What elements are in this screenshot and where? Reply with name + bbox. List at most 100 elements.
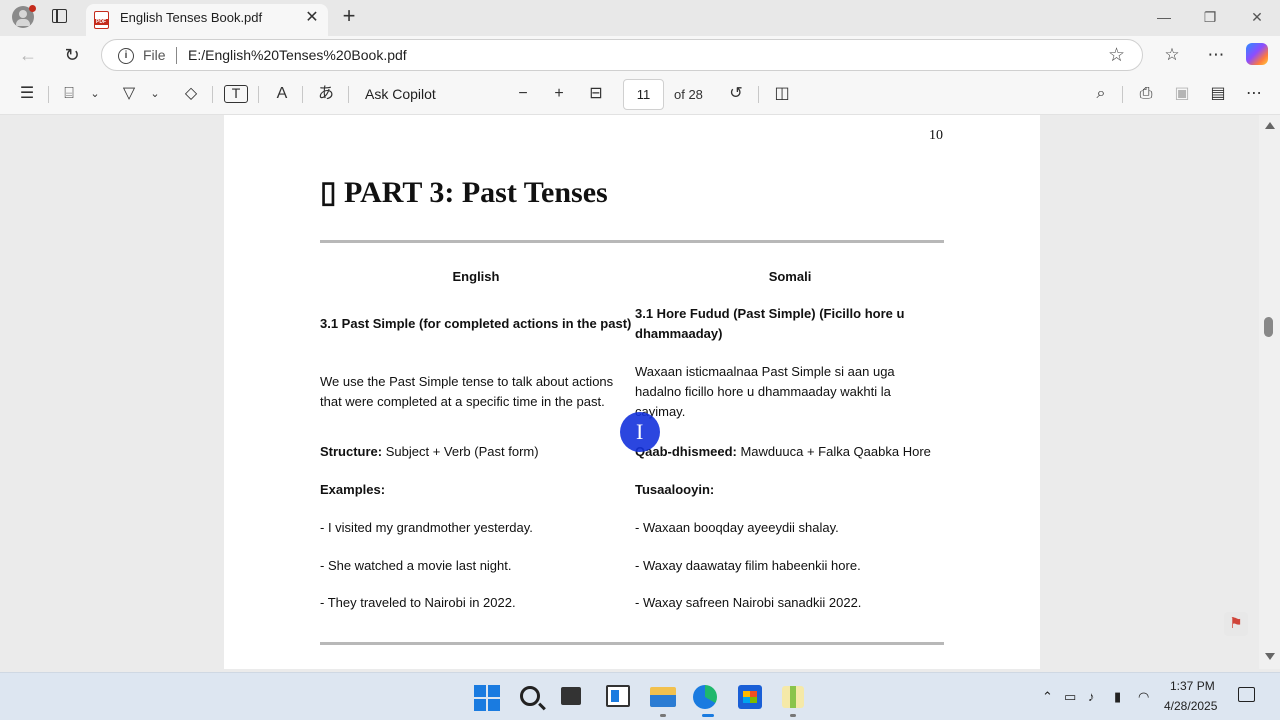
taskbar-search-icon[interactable] <box>520 686 540 706</box>
toolbar-divider <box>48 86 49 103</box>
edge-browser-icon[interactable] <box>693 685 717 709</box>
refresh-icon[interactable]: ↻ <box>60 44 84 66</box>
fit-width-icon[interactable]: ⊟ <box>584 83 608 105</box>
page-heading: ▯ PART 3: Past Tenses <box>320 175 608 210</box>
table-cell-english: Structure: Subject + Verb (Past form) <box>320 442 630 462</box>
store-icon[interactable] <box>738 685 762 709</box>
structure-label: Structure: <box>320 444 383 459</box>
vertical-scrollbar[interactable] <box>1259 115 1280 669</box>
table-cell-english: - I visited my grandmother yesterday. <box>320 520 533 535</box>
copilot-icon[interactable] <box>1246 43 1268 65</box>
task-view-icon[interactable] <box>561 687 581 705</box>
restore-button[interactable]: ❐ <box>1195 6 1225 28</box>
clock-date[interactable]: 4/28/2025 <box>1164 699 1217 713</box>
pdf-file-icon: PDF <box>94 11 109 29</box>
table-cell-somali: 3.1 Hore Fudud (Past Simple) (Ficillo ho… <box>635 306 905 341</box>
profile-avatar-icon[interactable] <box>12 5 36 28</box>
missing-glyph-icon: ▯ <box>320 176 337 209</box>
table-cell-english: We use the Past Simple tense to talk abo… <box>320 374 614 409</box>
info-icon[interactable]: i <box>118 48 134 64</box>
title-bar: PDF English Tenses Book.pdf ✕ + — ❐ ✕ <box>0 0 1280 36</box>
eraser-icon[interactable]: ◇ <box>180 83 202 105</box>
widgets-icon[interactable] <box>606 685 630 707</box>
horizontal-rule <box>320 642 944 645</box>
page-number: 10 <box>929 128 943 143</box>
qaab-text: Mawduuca + Falka Qaabka Hore <box>736 444 931 459</box>
highlight-icon[interactable]: ⌸ <box>58 83 80 105</box>
more-options-icon[interactable]: ⋯ <box>1204 44 1228 66</box>
microphone-icon[interactable]: ▮ <box>1114 689 1121 705</box>
new-tab-icon[interactable]: + <box>338 5 360 28</box>
favorite-star-icon[interactable]: ☆ <box>1108 44 1125 67</box>
wifi-icon[interactable]: ◠ <box>1138 689 1149 705</box>
running-indicator <box>660 714 666 717</box>
table-cell-english: 3.1 Past Simple (for completed actions i… <box>320 316 632 331</box>
toolbar-divider <box>758 86 759 103</box>
horizontal-rule <box>320 240 944 243</box>
acrobat-icon[interactable]: ⚑ <box>1224 612 1248 636</box>
save-as-icon[interactable]: ▤ <box>1206 83 1230 105</box>
page-number-input[interactable]: 11 <box>623 79 664 110</box>
toolbar-divider <box>348 86 349 103</box>
tray-chevron-up-icon[interactable]: ⌃ <box>1042 689 1053 705</box>
table-cell-somali: Waxaan isticmaalnaa Past Simple si aan u… <box>635 364 895 419</box>
tab-english-tenses-book[interactable]: PDF English Tenses Book.pdf ✕ <box>86 4 328 36</box>
contents-list-icon[interactable]: ☰ <box>16 83 38 105</box>
volume-icon[interactable]: ♪ <box>1088 689 1095 704</box>
read-aloud-icon[interactable]: A <box>270 83 294 105</box>
heading-text: PART 3: Past Tenses <box>344 176 608 209</box>
address-divider <box>176 47 177 64</box>
text-cursor-icon: I <box>636 419 644 444</box>
table-cell-somali: - Waxaan booqday ayeeydii shalay. <box>635 520 839 535</box>
address-url[interactable]: E:/English%20Tenses%20Book.pdf <box>188 47 407 63</box>
more-tools-icon[interactable]: ⋯ <box>1242 83 1266 105</box>
pdf-page[interactable]: 10 ▯ PART 3: Past Tenses English Somali … <box>224 115 1040 669</box>
total-pages-label: of 28 <box>674 87 703 102</box>
table-cell-english: Examples: <box>320 482 386 497</box>
search-icon[interactable]: ⌕ <box>1090 83 1112 105</box>
notification-icon[interactable] <box>1238 687 1255 702</box>
running-indicator <box>790 714 796 717</box>
windows-start-icon[interactable] <box>474 685 500 711</box>
page-view-icon[interactable]: ◫ <box>770 83 794 105</box>
tab-title: English Tenses Book.pdf <box>120 10 263 25</box>
close-window-button[interactable]: ✕ <box>1242 6 1272 28</box>
scrollbar-thumb[interactable] <box>1264 317 1273 337</box>
chevron-down-icon[interactable]: ⌄ <box>88 83 102 105</box>
save-icon[interactable]: ▣ <box>1170 83 1194 105</box>
clock-time[interactable]: 1:37 PM <box>1170 679 1215 693</box>
file-explorer-icon[interactable] <box>650 687 676 707</box>
tab-close-icon[interactable]: ✕ <box>302 8 322 28</box>
chevron-down-icon[interactable]: ⌄ <box>148 83 162 105</box>
text-box-icon[interactable]: T <box>224 85 248 103</box>
draw-icon[interactable]: ▽ <box>118 83 140 105</box>
ask-copilot-button[interactable]: Ask Copilot <box>365 86 436 102</box>
address-scheme: File <box>143 47 166 63</box>
zoom-out-icon[interactable]: − <box>512 83 534 105</box>
print-icon[interactable]: ⎙ <box>1134 83 1158 105</box>
table-cell-somali: - Waxay daawatay filim habeenkii hore. <box>635 558 861 573</box>
back-arrow-icon[interactable]: ← <box>16 44 40 66</box>
favorites-icon[interactable]: ☆ <box>1160 44 1184 66</box>
address-bar[interactable]: i File E:/English%20Tenses%20Book.pdf ☆ <box>101 39 1143 71</box>
zoom-in-icon[interactable]: + <box>548 83 570 105</box>
structure-text: Subject + Verb (Past form) <box>382 444 539 459</box>
scroll-up-icon[interactable] <box>1265 122 1275 129</box>
table-cell-somali: Tusaalooyin: <box>635 482 715 497</box>
battery-icon[interactable]: ▭ <box>1064 689 1076 705</box>
table-cell-somali: Qaab-dhismeed: Mawduuca + Falka Qaabka H… <box>635 442 945 462</box>
table-cell-english: - They traveled to Nairobi in 2022. <box>320 595 516 610</box>
pdf-viewer[interactable]: 10 ▯ PART 3: Past Tenses English Somali … <box>0 115 1280 669</box>
pdf-toolbar: ☰ ⌸ ⌄ ▽ ⌄ ◇ T A あ Ask Copilot − + ⊟ 11 o… <box>0 74 1280 115</box>
toolbar-divider <box>1122 86 1123 103</box>
translate-icon[interactable]: あ <box>314 83 338 105</box>
notes-app-icon[interactable] <box>782 686 804 708</box>
rotate-icon[interactable]: ↺ <box>724 83 748 105</box>
toolbar-divider <box>212 86 213 103</box>
minimize-button[interactable]: — <box>1149 6 1179 28</box>
tab-actions-icon[interactable] <box>52 9 67 23</box>
active-indicator <box>702 714 714 717</box>
scroll-down-icon[interactable] <box>1265 653 1275 660</box>
table-cell-somali: - Waxay safreen Nairobi sanadkii 2022. <box>635 595 862 610</box>
toolbar-divider <box>258 86 259 103</box>
